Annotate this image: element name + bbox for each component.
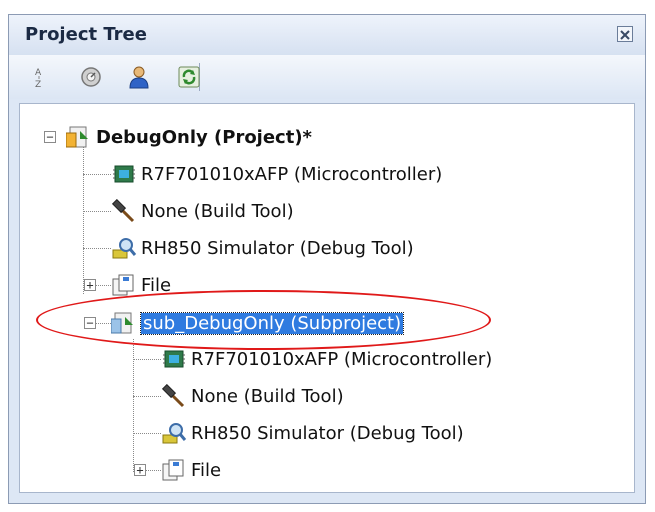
build-mode-icon xyxy=(81,67,101,87)
close-icon xyxy=(620,30,630,40)
file-folder-icon xyxy=(162,459,184,481)
tree-node-file[interactable]: File xyxy=(161,454,221,486)
tree-node-label: None (Build Tool) xyxy=(191,385,344,407)
chip-icon xyxy=(163,350,185,368)
debug-tool-icon xyxy=(162,423,187,444)
tree-node-debug-tool[interactable]: RH850 Simulator (Debug Tool) xyxy=(111,232,414,264)
user-icon xyxy=(129,66,149,89)
debug-tool-icon xyxy=(112,238,137,259)
refresh-icon xyxy=(178,66,200,88)
tree-node-debug-tool[interactable]: RH850 Simulator (Debug Tool) xyxy=(161,417,464,449)
project-icon xyxy=(66,126,88,148)
tree-node-label: R7F701010xAFP (Microcontroller) xyxy=(191,348,493,370)
tree-node-project[interactable]: DebugOnly (Project)* xyxy=(66,121,312,153)
tree-node-label: R7F701010xAFP (Microcontroller) xyxy=(141,163,443,185)
chip-icon xyxy=(113,165,135,183)
build-mode-button[interactable] xyxy=(79,65,103,89)
tree-node-label: DebugOnly (Project)* xyxy=(96,126,312,148)
tree-node-build-tool[interactable]: None (Build Tool) xyxy=(111,195,294,227)
highlight-ellipse xyxy=(36,290,491,350)
hammer-icon xyxy=(161,384,185,408)
close-button[interactable] xyxy=(617,26,633,42)
expand-toggle[interactable]: + xyxy=(134,464,146,476)
tree-node-build-tool[interactable]: None (Build Tool) xyxy=(161,380,344,412)
sort-icon: A Z xyxy=(35,68,42,90)
file-folder-icon xyxy=(112,274,134,296)
tree-node-label: RH850 Simulator (Debug Tool) xyxy=(141,237,414,259)
panel-title: Project Tree xyxy=(25,24,147,45)
panel-titlebar: Project Tree xyxy=(9,15,645,55)
toolbar: A Z xyxy=(9,55,645,99)
tree-node-label: File xyxy=(191,459,222,481)
hammer-icon xyxy=(111,199,135,223)
project-tree-panel: Project Tree A Z − DebugOnly (Project)* … xyxy=(8,14,646,504)
tree-node-label: None (Build Tool) xyxy=(141,200,294,222)
refresh-button[interactable] xyxy=(177,65,201,89)
expand-toggle[interactable]: + xyxy=(84,279,96,291)
expand-toggle[interactable]: − xyxy=(44,131,56,143)
tree-node-microcontroller[interactable]: R7F701010xAFP (Microcontroller) xyxy=(111,158,442,190)
tree-node-label: RH850 Simulator (Debug Tool) xyxy=(191,422,464,444)
user-button[interactable] xyxy=(127,65,151,89)
svg-text:Z: Z xyxy=(35,80,41,89)
sort-button[interactable]: A Z xyxy=(27,65,51,90)
